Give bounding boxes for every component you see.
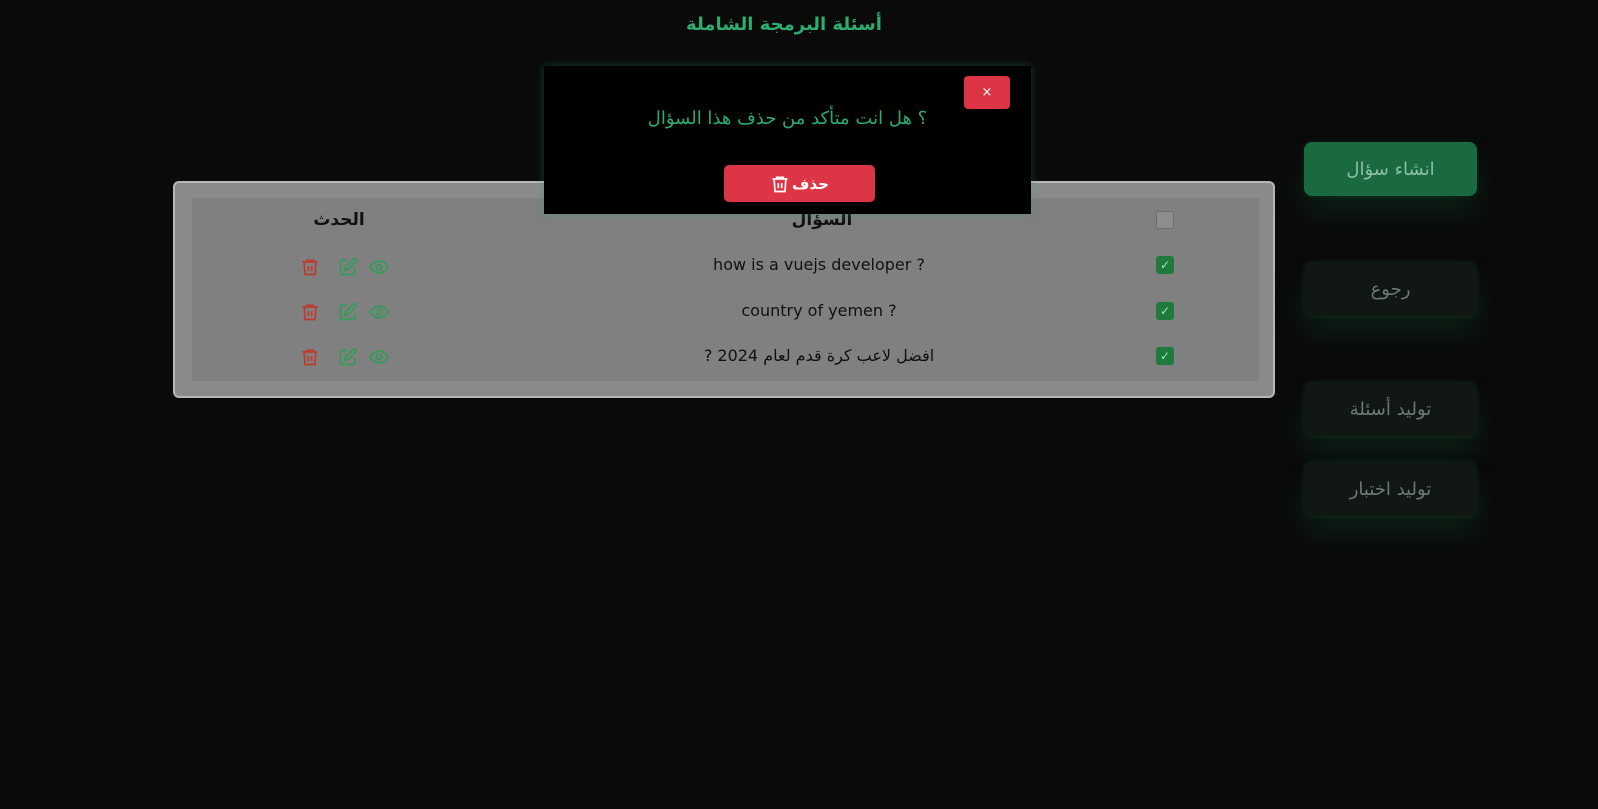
back-button[interactable]: رجوع — [1304, 262, 1477, 316]
delete-button[interactable] — [300, 302, 320, 322]
check-icon: ✓ — [1159, 304, 1171, 318]
edit-icon — [339, 257, 358, 276]
edit-icon — [339, 302, 358, 321]
select-all-checkbox[interactable] — [1156, 211, 1174, 229]
row-checkbox[interactable]: ✓ — [1156, 302, 1174, 320]
row-question: ? افضل لاعب كرة قدم لعام 2024 — [703, 346, 935, 365]
trash-icon — [302, 259, 318, 276]
eye-icon — [369, 305, 389, 319]
generate-questions-button[interactable]: توليد أسئلة — [1304, 382, 1477, 436]
modal-message: ؟ هل انت متأكد من حذف هذا السؤال — [647, 108, 928, 129]
trash-icon — [772, 176, 788, 192]
create-question-button[interactable]: انشاء سؤال — [1304, 142, 1477, 196]
column-header-action: الحدث — [313, 210, 365, 230]
page-title: أسئلة البرمجة الشاملة — [686, 14, 882, 35]
eye-icon — [369, 350, 389, 364]
modal-delete-button[interactable]: حذف — [724, 165, 875, 202]
close-icon: × — [981, 85, 993, 100]
delete-button[interactable] — [300, 257, 320, 277]
row-question: country of yemen ? — [741, 301, 897, 320]
row-checkbox[interactable]: ✓ — [1156, 256, 1174, 274]
edit-button[interactable] — [338, 347, 358, 367]
delete-confirm-modal: × ؟ هل انت متأكد من حذف هذا السؤال حذف — [544, 66, 1031, 214]
eye-icon — [369, 260, 389, 274]
row-checkbox[interactable]: ✓ — [1156, 347, 1174, 365]
edit-button[interactable] — [338, 257, 358, 277]
trash-icon — [302, 304, 318, 321]
modal-delete-label: حذف — [792, 174, 829, 193]
check-icon: ✓ — [1159, 258, 1171, 272]
view-button[interactable] — [369, 257, 389, 277]
trash-icon — [302, 349, 318, 366]
check-icon: ✓ — [1159, 349, 1171, 363]
modal-close-button[interactable]: × — [964, 76, 1010, 109]
edit-icon — [339, 347, 358, 366]
edit-button[interactable] — [338, 302, 358, 322]
row-question: how is a vuejs developer ? — [713, 255, 925, 274]
delete-button[interactable] — [300, 347, 320, 367]
view-button[interactable] — [369, 302, 389, 322]
view-button[interactable] — [369, 347, 389, 367]
generate-exam-button[interactable]: توليد اختبار — [1304, 462, 1477, 516]
questions-table: الحدث السؤال ✓ how is a vuejs developer … — [192, 198, 1259, 381]
